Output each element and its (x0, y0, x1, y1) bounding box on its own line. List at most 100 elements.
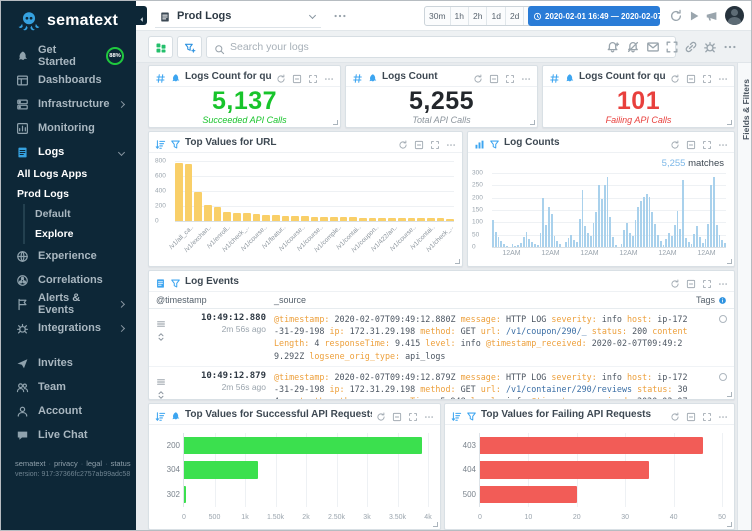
url-bar[interactable] (311, 217, 319, 221)
log-count-bar[interactable] (679, 229, 681, 247)
sidebar-collapse-button[interactable] (136, 6, 147, 25)
log-count-bar[interactable] (649, 197, 651, 247)
add-filter-button[interactable] (177, 36, 202, 58)
url-bar[interactable] (417, 218, 425, 221)
sidebar-item-explore[interactable]: Explore (23, 224, 136, 244)
resize-handle[interactable] (727, 392, 732, 397)
url-bar[interactable] (233, 213, 241, 221)
log-count-bar[interactable] (721, 240, 723, 247)
log-count-bar[interactable] (528, 239, 530, 247)
date-range-button[interactable]: 2020-02-01 16:49 — 2020-02-07 10:50 (528, 6, 660, 26)
column-timestamp[interactable]: @timestamp (156, 295, 274, 305)
expand-panel-icon[interactable] (702, 71, 712, 81)
url-bar[interactable] (320, 217, 328, 221)
log-count-bar[interactable] (702, 243, 704, 247)
panel-menu-icon[interactable] (718, 409, 728, 419)
more-actions-icon[interactable] (723, 40, 737, 54)
log-count-bar[interactable] (640, 201, 642, 247)
url-bar[interactable] (378, 218, 386, 221)
log-count-bar[interactable] (556, 241, 558, 247)
value-bar[interactable] (480, 486, 577, 503)
bug-report-icon[interactable] (703, 40, 717, 54)
collapse-panel-icon[interactable] (292, 71, 302, 81)
log-count-bar[interactable] (554, 236, 556, 247)
refresh-icon[interactable] (670, 71, 680, 81)
resize-handle[interactable] (455, 259, 460, 264)
footer-link-status[interactable]: status (111, 459, 131, 468)
url-bar[interactable] (243, 213, 251, 221)
sidebar-item-infrastructure[interactable]: Infrastructure (1, 92, 136, 116)
refresh-icon[interactable] (670, 276, 680, 286)
value-bar[interactable] (184, 486, 186, 503)
log-count-bar[interactable] (514, 246, 516, 247)
sidebar-item-invites[interactable]: Invites (1, 351, 136, 375)
fullscreen-icon[interactable] (665, 40, 679, 54)
url-bar[interactable] (349, 217, 357, 221)
expand-panel-icon[interactable] (702, 137, 712, 147)
log-count-bar[interactable] (523, 237, 525, 247)
sidebar-item-account[interactable]: Account (1, 399, 136, 423)
mute-alerts-icon[interactable] (626, 40, 640, 54)
log-count-bar[interactable] (637, 207, 639, 247)
log-count-bar[interactable] (537, 245, 539, 247)
url-bar[interactable] (398, 218, 406, 221)
user-avatar[interactable] (725, 6, 744, 25)
panel-menu-icon[interactable] (424, 409, 434, 419)
resize-handle[interactable] (727, 259, 732, 264)
url-bar[interactable] (388, 218, 396, 221)
log-count-bar[interactable] (492, 220, 494, 247)
log-count-bar[interactable] (705, 239, 707, 247)
tag-indicator-icon[interactable] (719, 373, 727, 381)
log-count-bar[interactable] (693, 234, 695, 247)
log-count-bar[interactable] (587, 233, 589, 247)
log-count-bar[interactable] (568, 238, 570, 247)
url-bar[interactable] (204, 205, 212, 221)
collapse-panel-icon[interactable] (686, 137, 696, 147)
log-count-bar[interactable] (710, 185, 712, 247)
logo[interactable]: sematext (1, 1, 136, 40)
expand-panel-icon[interactable] (408, 409, 418, 419)
log-count-bar[interactable] (570, 235, 572, 247)
log-count-bar[interactable] (696, 226, 698, 247)
log-count-bar[interactable] (707, 224, 709, 247)
value-bar[interactable] (480, 461, 649, 478)
resize-handle[interactable] (433, 522, 438, 527)
log-count-bar[interactable] (609, 217, 611, 247)
sidebar-item-monitoring[interactable]: Monitoring (1, 116, 136, 140)
log-count-bar[interactable] (691, 244, 693, 247)
expand-panel-icon[interactable] (430, 137, 440, 147)
url-bar[interactable] (369, 218, 377, 221)
log-event-row[interactable]: 10:49:12.8802m 56s ago@timestamp: 2020-0… (149, 309, 734, 367)
collapse-panel-icon[interactable] (686, 71, 696, 81)
column-tags[interactable]: Tags (691, 295, 727, 305)
log-count-bar[interactable] (548, 207, 550, 247)
log-count-bar[interactable] (604, 185, 606, 247)
value-bar[interactable] (184, 437, 422, 454)
log-count-bar[interactable] (699, 237, 701, 247)
log-count-bar[interactable] (534, 244, 536, 247)
refresh-icon[interactable] (398, 137, 408, 147)
log-count-bar[interactable] (593, 223, 595, 247)
panel-menu-icon[interactable] (324, 71, 334, 81)
sidebar-item-team[interactable]: Team (1, 375, 136, 399)
log-count-bar[interactable] (657, 235, 659, 247)
url-bar[interactable] (185, 164, 193, 221)
log-count-bar[interactable] (551, 214, 553, 247)
log-count-bar[interactable] (716, 225, 718, 247)
log-count-bar[interactable] (584, 226, 586, 247)
sidebar-item-logs[interactable]: Logs (1, 140, 136, 164)
log-count-bar[interactable] (559, 244, 561, 247)
share-link-icon[interactable] (684, 40, 698, 54)
panel-menu-icon[interactable] (718, 71, 728, 81)
footer-link-sematext[interactable]: sematext (15, 459, 45, 468)
log-count-bar[interactable] (629, 233, 631, 247)
url-bar[interactable] (282, 216, 290, 221)
panel-menu-icon[interactable] (718, 137, 728, 147)
log-count-bar[interactable] (576, 242, 578, 247)
log-count-bar[interactable] (503, 244, 505, 247)
resize-handle[interactable] (333, 120, 338, 125)
collapse-panel-icon[interactable] (392, 409, 402, 419)
row-menu-icon[interactable] (156, 316, 166, 326)
sidebar-item-live-chat[interactable]: Live Chat (1, 423, 136, 447)
log-count-bar[interactable] (512, 244, 514, 247)
